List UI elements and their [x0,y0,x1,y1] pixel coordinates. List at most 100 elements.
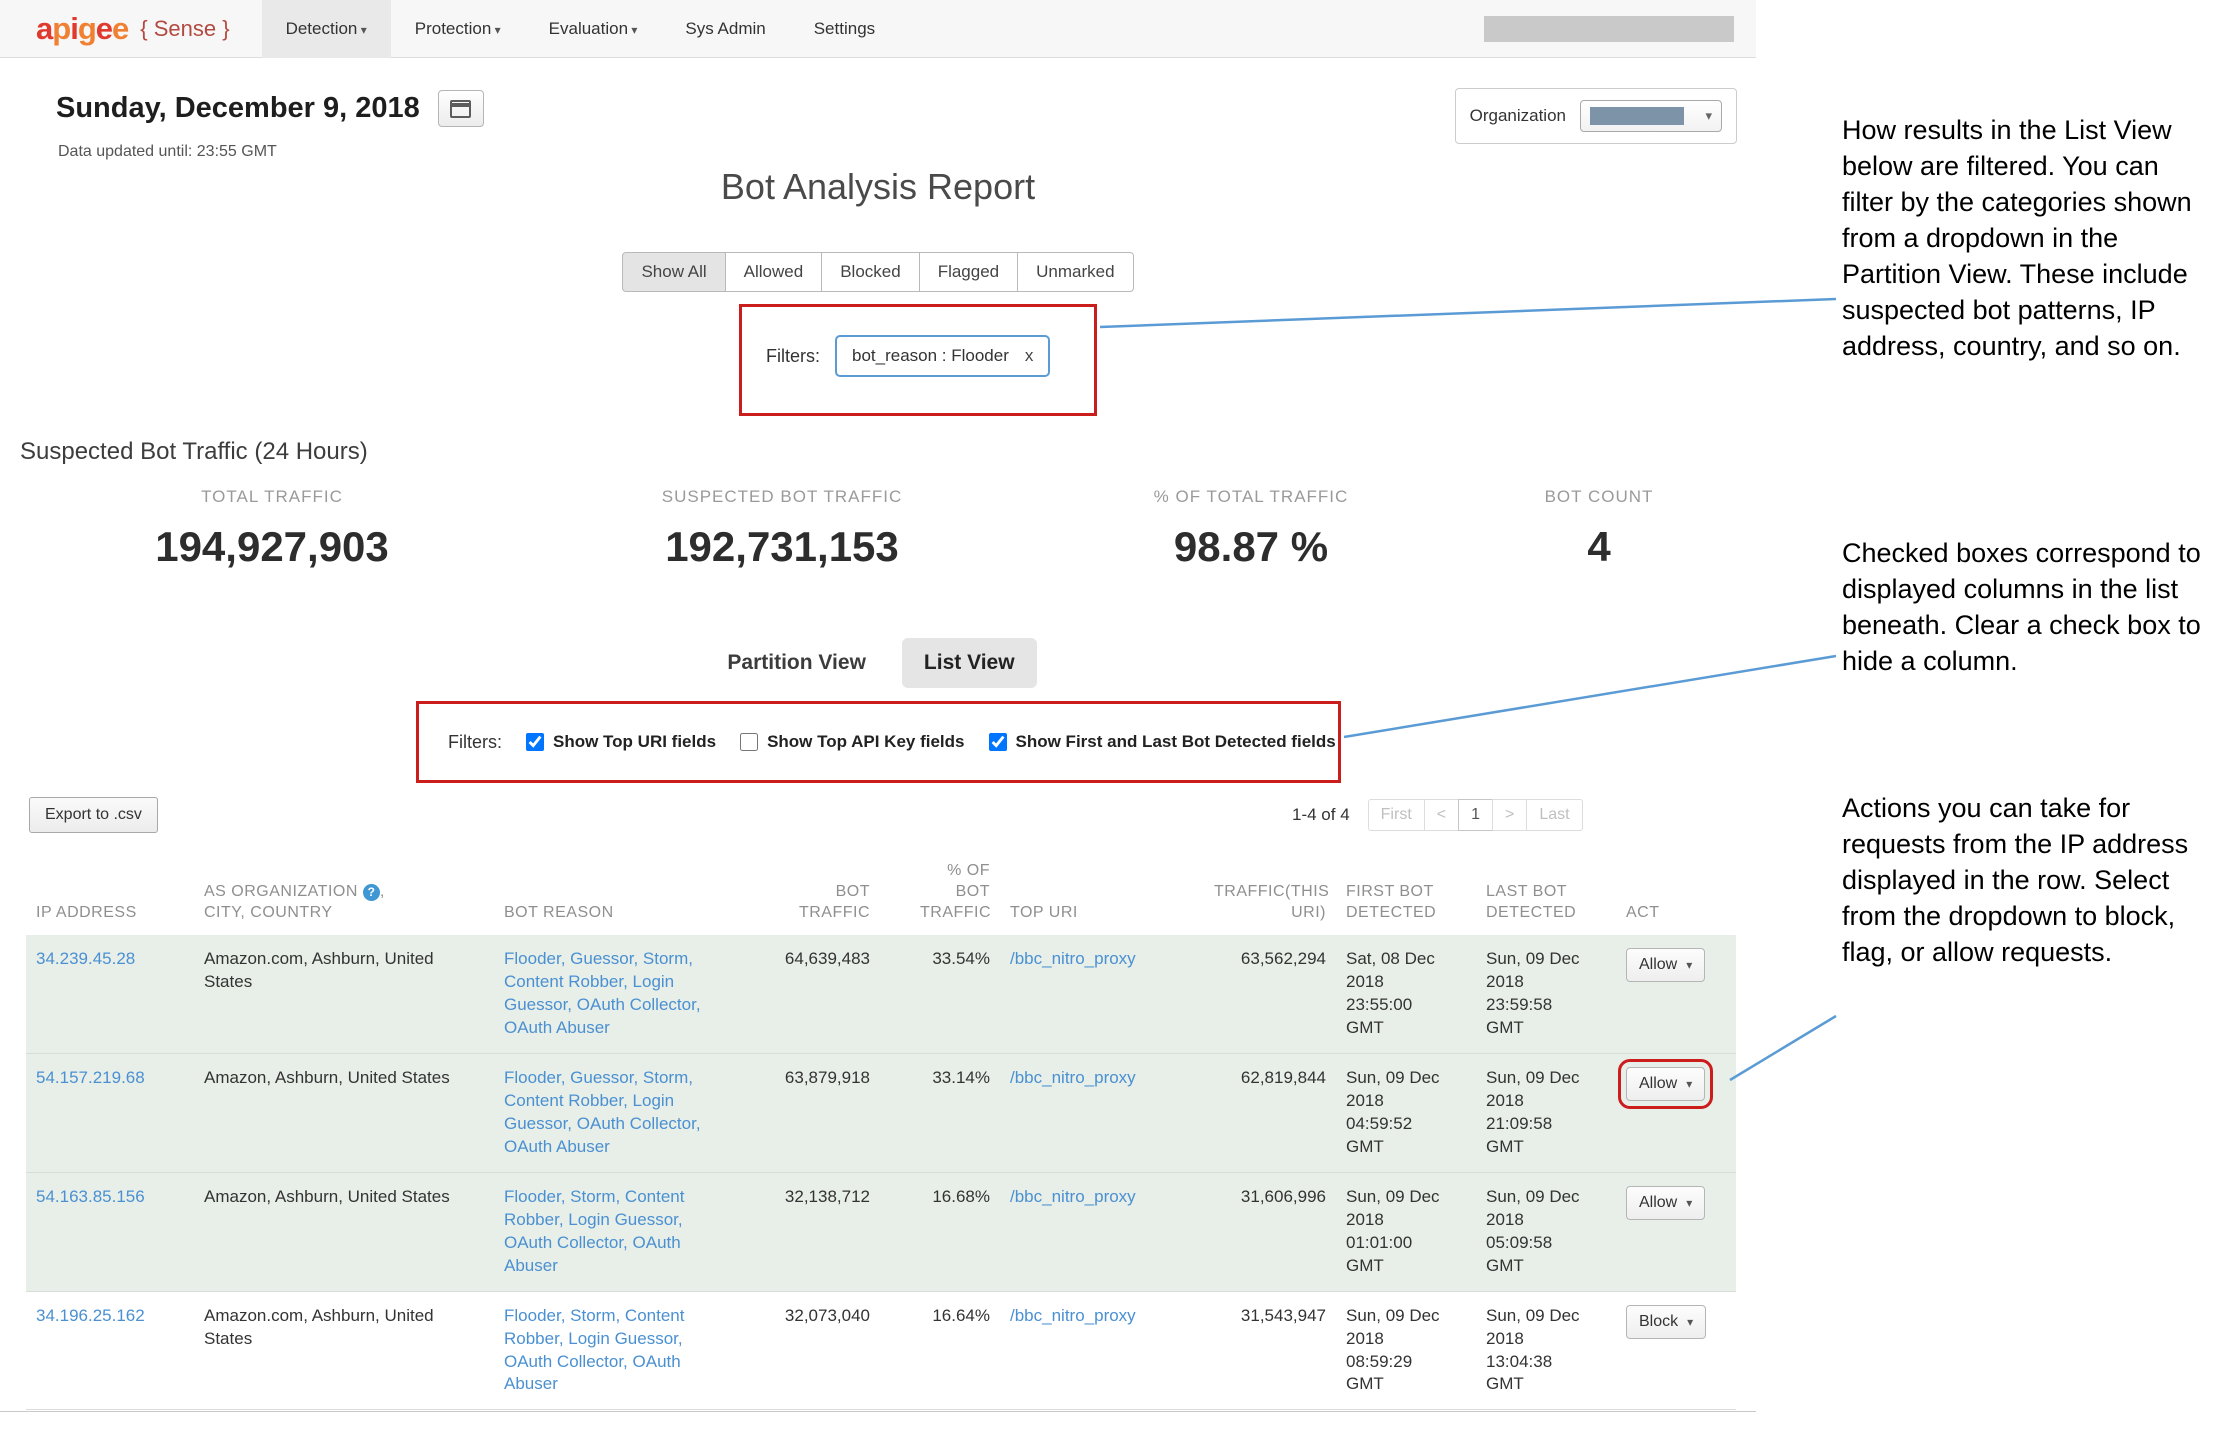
act-cell: Allow [1616,1054,1736,1173]
ip-link[interactable]: 54.157.219.68 [36,1068,145,1087]
stat-value: 194,927,903 [155,523,389,571]
show-top-api-key-checkbox[interactable] [740,733,758,751]
nav-settings[interactable]: Settings [790,0,899,58]
apigee-logo[interactable]: apigee [36,11,128,47]
tab-unmarked[interactable]: Unmarked [1017,252,1133,292]
chevron-down-icon: ▾ [1705,108,1712,124]
stat-value: 98.87 % [1154,523,1349,571]
as-organization-cell: Amazon, Ashburn, United States [194,1172,494,1291]
top-navbar: apigee { Sense } Detection Protection Ev… [0,0,1756,58]
pagination-first[interactable]: First [1368,799,1425,831]
traffic-this-uri-cell: 62,819,844 [1170,1054,1336,1173]
bot-reason-links[interactable]: Flooder, Guessor, Storm, Content Robber,… [504,949,701,1037]
stat-label: BOT COUNT [1545,487,1654,507]
stat-value: 4 [1545,523,1654,571]
action-dropdown-row-4[interactable]: Block [1626,1305,1706,1339]
pct-bot-traffic-cell: 33.54% [880,935,1000,1053]
filters-label: Filters: [766,346,820,367]
action-dropdown-row-2[interactable]: Allow [1626,1067,1705,1101]
checkbox-show-top-api-key[interactable]: Show Top API Key fields [740,732,964,752]
table-header-row: IP ADDRESS AS ORGANIZATION ?, CITY, COUN… [26,845,1736,935]
tab-partition-view[interactable]: Partition View [719,639,873,687]
top-uri-link[interactable]: /bbc_nitro_proxy [1010,1068,1136,1087]
stat-total-traffic: TOTAL TRAFFIC 194,927,903 [155,487,389,571]
bot-reason-links[interactable]: Flooder, Storm, Content Robber, Login Gu… [504,1306,684,1394]
col-bot-traffic: BOT TRAFFIC [724,845,880,935]
calendar-icon [450,100,471,118]
ip-link[interactable]: 54.163.85.156 [36,1187,145,1206]
top-uri-cell: /bbc_nitro_proxy [1000,1291,1170,1410]
tab-list-view[interactable]: List View [902,638,1037,688]
top-uri-cell: /bbc_nitro_proxy [1000,1172,1170,1291]
filter-chip-text: bot_reason : Flooder [852,346,1009,366]
col-first-bot-detected: FIRST BOT DETECTED [1336,845,1476,935]
first-bot-detected-cell: Sun, 09 Dec 2018 01:01:00 GMT [1336,1172,1476,1291]
first-bot-detected-cell: Sat, 08 Dec 2018 23:55:00 GMT [1336,935,1476,1053]
col-ip-address: IP ADDRESS [26,845,194,935]
date-header: Sunday, December 9, 2018 [56,90,484,127]
pct-bot-traffic-cell: 16.68% [880,1172,1000,1291]
top-uri-link[interactable]: /bbc_nitro_proxy [1010,1187,1136,1206]
bot-reason-links[interactable]: Flooder, Guessor, Storm, Content Robber,… [504,1068,701,1156]
export-csv-button[interactable]: Export to .csv [29,797,158,833]
filters-label: Filters: [448,732,502,753]
annotation-note-2: Checked boxes correspond to displayed co… [1842,535,2214,679]
pagination-last[interactable]: Last [1526,799,1582,831]
nav-detection[interactable]: Detection [262,0,391,58]
col-traffic-this-uri: TRAFFIC(THIS URI) [1170,845,1336,935]
checkbox-show-first-last-bot[interactable]: Show First and Last Bot Detected fields [989,732,1336,752]
nav-sys-admin[interactable]: Sys Admin [661,0,789,58]
show-first-last-bot-checkbox[interactable] [989,733,1007,751]
top-uri-cell: /bbc_nitro_proxy [1000,1054,1170,1173]
col-bot-reason: BOT REASON [494,845,724,935]
ip-link[interactable]: 34.196.25.162 [36,1306,145,1325]
pagination-prev[interactable]: < [1424,799,1459,831]
as-organization-cell: Amazon.com, Ashburn, United States [194,935,494,1053]
stat-label: % OF TOTAL TRAFFIC [1154,487,1349,507]
nav-protection[interactable]: Protection [391,0,525,58]
show-top-uri-checkbox[interactable] [526,733,544,751]
sense-product-label: { Sense } [140,16,229,42]
pagination-page-1[interactable]: 1 [1458,799,1493,831]
checkbox-show-top-uri[interactable]: Show Top URI fields [526,732,716,752]
checkbox-label: Show Top URI fields [553,732,716,752]
top-uri-link[interactable]: /bbc_nitro_proxy [1010,1306,1136,1325]
bot-list-table: IP ADDRESS AS ORGANIZATION ?, CITY, COUN… [26,845,1736,1410]
top-uri-cell: /bbc_nitro_proxy [1000,935,1170,1053]
bot-reason-cell: Flooder, Guessor, Storm, Content Robber,… [494,935,724,1053]
bot-reason-cell: Flooder, Guessor, Storm, Content Robber,… [494,1054,724,1173]
action-dropdown-row-1[interactable]: Allow [1626,948,1705,982]
organization-label: Organization [1470,106,1566,126]
date-picker-button[interactable] [438,90,484,127]
last-bot-detected-cell: Sun, 09 Dec 2018 13:04:38 GMT [1476,1291,1616,1410]
content-bottom-divider [0,1411,1756,1412]
tab-show-all[interactable]: Show All [622,252,725,292]
as-organization-cell: Amazon.com, Ashburn, United States [194,1291,494,1410]
act-cell: Block [1616,1291,1736,1410]
stat-value: 192,731,153 [662,523,902,571]
nav-evaluation[interactable]: Evaluation [525,0,662,58]
tab-blocked[interactable]: Blocked [821,252,919,292]
traffic-this-uri-cell: 31,606,996 [1170,1172,1336,1291]
user-account-redacted[interactable] [1484,16,1734,42]
stat-suspected-bot-traffic: SUSPECTED BOT TRAFFIC 192,731,153 [662,487,902,571]
act-cell: Allow [1616,935,1736,1053]
organization-dropdown[interactable]: ▾ [1580,100,1722,132]
info-icon[interactable]: ? [363,884,380,901]
data-updated-label: Data updated until: 23:55 GMT [58,143,277,161]
filter-chip-bot-reason[interactable]: bot_reason : Flooder x [835,335,1050,377]
bot-reason-links[interactable]: Flooder, Storm, Content Robber, Login Gu… [504,1187,684,1275]
pagination-next[interactable]: > [1492,799,1527,831]
remove-filter-icon[interactable]: x [1025,346,1034,366]
main-nav: Detection Protection Evaluation Sys Admi… [262,0,900,58]
top-uri-link[interactable]: /bbc_nitro_proxy [1010,949,1136,968]
col-as-organization: AS ORGANIZATION ?, CITY, COUNTRY [194,845,494,935]
action-dropdown-row-3[interactable]: Allow [1626,1186,1705,1220]
annotation-note-3: Actions you can take for requests from t… [1842,790,2214,970]
tab-allowed[interactable]: Allowed [725,252,823,292]
bot-traffic-cell: 32,073,040 [724,1291,880,1410]
tab-flagged[interactable]: Flagged [919,252,1018,292]
view-switcher: Partition View List View [0,638,1756,688]
first-bot-detected-cell: Sun, 09 Dec 2018 08:59:29 GMT [1336,1291,1476,1410]
ip-link[interactable]: 34.239.45.28 [36,949,135,968]
